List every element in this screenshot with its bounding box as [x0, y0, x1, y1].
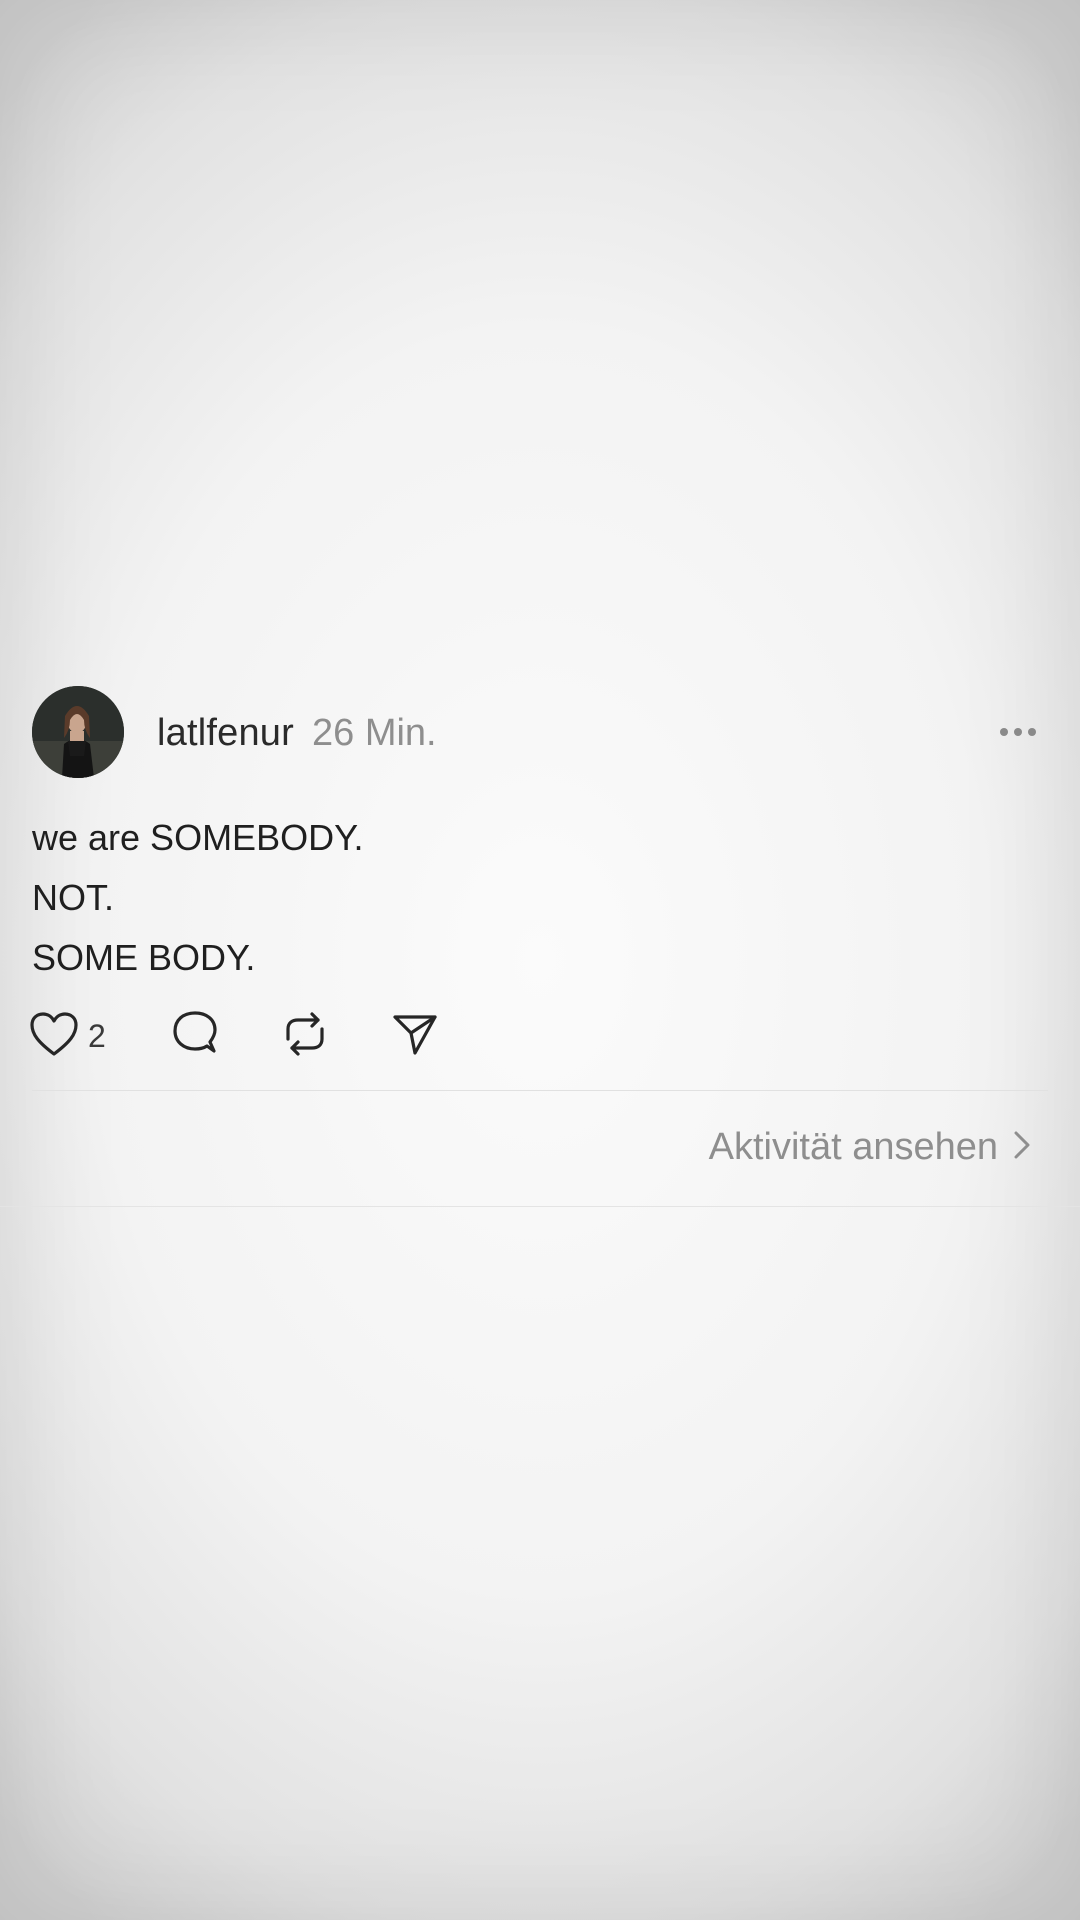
view-activity-label: Aktivität ansehen	[708, 1126, 998, 1168]
share-button[interactable]	[390, 1008, 440, 1064]
like-button[interactable]: 2	[28, 1008, 106, 1064]
chevron-right-icon	[1012, 1129, 1032, 1166]
heart-icon	[28, 1010, 80, 1063]
paper-plane-icon	[390, 1009, 440, 1064]
post-actions: 2	[28, 1008, 528, 1064]
comment-button[interactable]	[170, 1008, 220, 1064]
post-text: we are SOMEBODY. NOT. SOME BODY.	[32, 808, 363, 988]
post-timestamp: 26 Min.	[312, 712, 437, 754]
username[interactable]: latlfenur	[157, 712, 294, 755]
more-options-icon[interactable]	[996, 720, 1040, 744]
post-text-line: SOME BODY.	[32, 937, 256, 978]
post-text-line: we are SOMEBODY.	[32, 817, 364, 858]
section-divider	[0, 1206, 1080, 1207]
comment-bubble-icon	[170, 1009, 220, 1064]
post-text-line: NOT.	[32, 877, 115, 918]
thread-post: latlfenur 26 Min. we are SOMEBODY. NOT. …	[0, 686, 1080, 1207]
view-activity-link[interactable]: Aktivität ansehen	[709, 1126, 1032, 1169]
repost-icon	[280, 1009, 330, 1064]
post-divider	[32, 1090, 1048, 1091]
post-header: latlfenur 26 Min.	[0, 686, 1080, 780]
like-count: 2	[88, 1017, 106, 1054]
repost-button[interactable]	[280, 1008, 330, 1064]
avatar[interactable]	[32, 686, 124, 778]
